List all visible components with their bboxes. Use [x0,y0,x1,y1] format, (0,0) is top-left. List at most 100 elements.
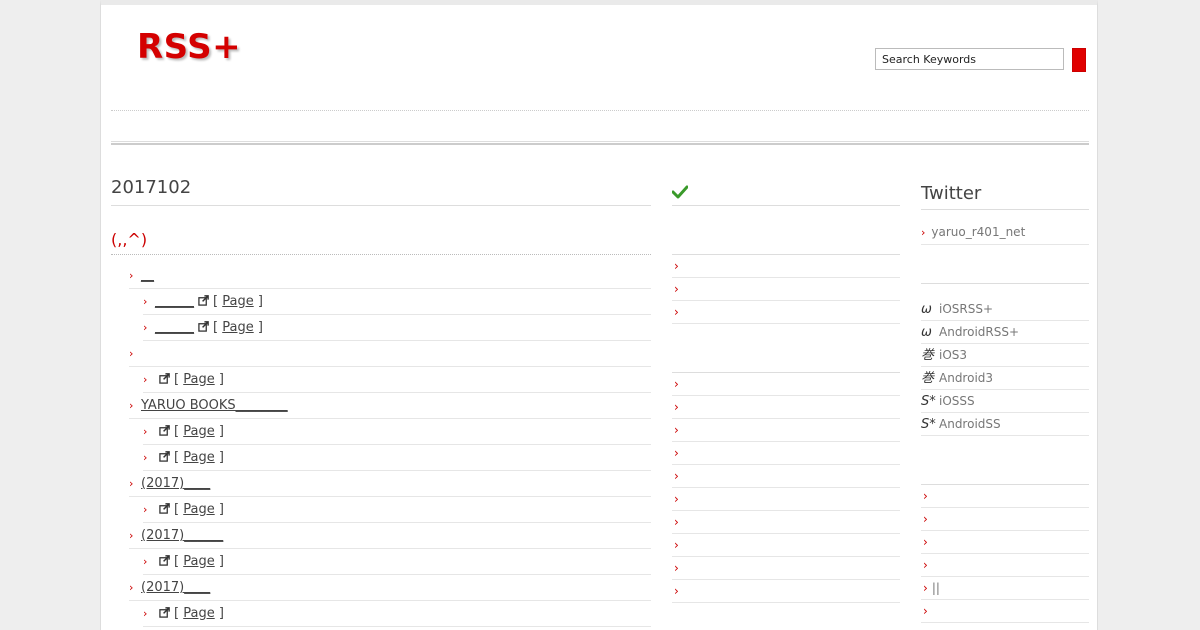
list-item: › YARUO BOOKS________ [129,393,651,419]
list-item[interactable]: › [672,442,900,465]
app-link[interactable]: 巻 Android3 [921,367,1089,390]
chevron-right-icon: › [923,604,928,618]
page-link[interactable]: Page [222,294,253,309]
list-item[interactable]: › [921,554,1089,577]
list-item: › [ Page ] [143,497,651,523]
page-link[interactable]: Page [183,372,214,387]
list-item: › [129,341,651,367]
page-link[interactable]: Page [183,502,214,517]
external-link-icon[interactable] [159,550,170,566]
page-link[interactable]: Page [183,606,214,621]
search-button[interactable] [1072,48,1086,72]
app-label: iOS3 [939,348,968,362]
app-icon: ω [921,325,932,340]
page-link[interactable]: Page [183,424,214,439]
entry-link[interactable]: ______ [155,320,194,335]
list-item[interactable]: › [672,278,900,301]
entry-link[interactable]: (2017)____ [141,476,210,491]
mid-list-2: › › › › › › › › › › [672,373,900,603]
page-link-group: [ Page ] [174,424,224,439]
site-logo[interactable]: RSS+ [137,27,241,67]
check-heading [671,175,900,206]
page-link[interactable]: Page [183,554,214,569]
app-link[interactable]: ω AndroidRSS+ [921,321,1089,344]
list-item[interactable]: › || [921,577,1089,600]
list-item[interactable]: › [672,488,900,511]
search-input[interactable] [875,48,1064,70]
chevron-right-icon: › [674,377,679,391]
external-link-icon[interactable] [198,290,209,306]
entry-link[interactable]: ______ [155,294,194,309]
chevron-right-icon: › [674,561,679,575]
app-label: AndroidRSS+ [939,325,1020,339]
list-item[interactable]: › [921,600,1089,623]
page-link-group: [ Page ] [174,606,224,621]
entry-link[interactable]: __ [141,268,154,283]
entry-link[interactable]: (2017)______ [141,528,223,543]
app-label: iOSSS [939,394,975,408]
list-item[interactable]: › [672,396,900,419]
chevron-right-icon: › [129,529,134,542]
list-item[interactable]: › [921,623,1089,630]
chevron-right-icon: › [143,503,148,516]
list-item: › [ Page ] [143,549,651,575]
external-link-icon[interactable] [159,446,170,462]
chevron-right-icon: › [143,321,148,334]
app-link[interactable]: 巻 iOS3 [921,344,1089,367]
list-item[interactable]: › [672,373,900,396]
list-item[interactable]: › [672,301,900,324]
page-link-group: [ Page ] [174,372,224,387]
list-item-label: || [931,581,940,595]
page-link-group: [ Page ] [213,320,263,335]
app-icon: S* [921,417,936,432]
chevron-right-icon: › [143,555,148,568]
chevron-right-icon: › [923,535,928,549]
main-column: 2017102 (,,^) › __ › ______ [ Page ] › ______ [… [111,175,651,627]
list-item[interactable]: › [672,465,900,488]
sidebar-list: ›››››||›› [921,485,1089,630]
page-link[interactable]: Page [222,320,253,335]
app-link[interactable]: ω iOSRSS+ [921,298,1089,321]
chevron-right-icon: › [143,425,148,438]
page-link[interactable]: Page [183,450,214,465]
list-item[interactable]: › [672,580,900,603]
external-link-icon[interactable] [159,498,170,514]
list-item[interactable]: › [672,534,900,557]
chevron-right-icon: › [921,226,926,239]
list-item[interactable]: › [921,531,1089,554]
page-link-group: [ Page ] [174,554,224,569]
entry-list: › __ › ______ [ Page ] › ______ [ Page ] › › [ Pag… [111,263,651,627]
external-link-icon[interactable] [159,420,170,436]
chevron-right-icon: › [923,581,928,595]
entry-link[interactable]: (2017)____ [141,580,210,595]
external-link-icon[interactable] [198,316,209,332]
list-item: › ______ [ Page ] [143,315,651,341]
chevron-right-icon: › [674,282,679,296]
external-link-icon[interactable] [159,602,170,618]
list-item: › (2017)______ [129,523,651,549]
list-item[interactable]: › [921,508,1089,531]
chevron-right-icon: › [923,558,928,572]
list-item[interactable]: › [672,419,900,442]
chevron-right-icon: › [129,581,134,594]
list-item[interactable]: › [672,255,900,278]
app-link[interactable]: S* iOSSS [921,390,1089,413]
app-icon: 巻 [921,371,935,386]
list-item[interactable]: › [921,485,1089,508]
list-item[interactable]: › [672,557,900,580]
article-title[interactable]: (,,^) [111,230,651,255]
entry-link[interactable]: YARUO BOOKS________ [141,398,288,413]
twitter-link[interactable]: › yaruo_r401_net [921,224,1089,245]
list-item[interactable]: › [672,511,900,534]
nav-bar [111,141,1089,145]
list-item: › [ Page ] [143,367,651,393]
chevron-right-icon: › [129,477,134,490]
app-link[interactable]: S* AndroidSS [921,413,1089,436]
chevron-right-icon: › [674,446,679,460]
chevron-right-icon: › [923,489,928,503]
chevron-right-icon: › [674,400,679,414]
list-item: › [ Page ] [143,445,651,471]
list-item: › [ Page ] [143,419,651,445]
app-icon: ω [921,302,932,317]
external-link-icon[interactable] [159,368,170,384]
